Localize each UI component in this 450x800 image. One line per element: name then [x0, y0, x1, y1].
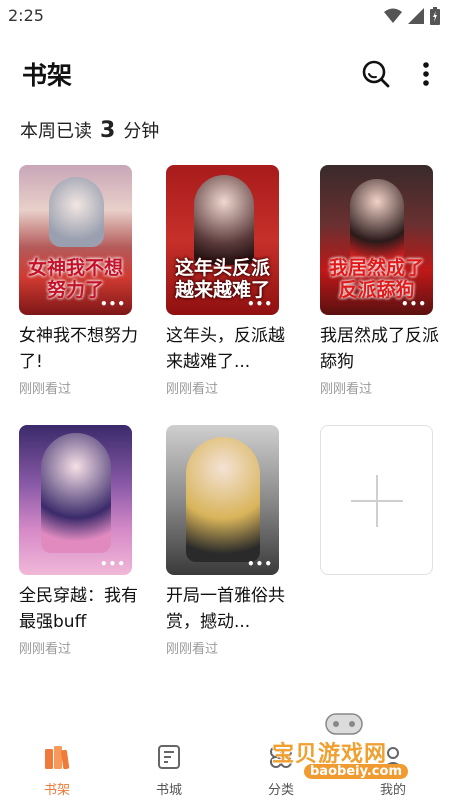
header: 书架: [0, 50, 450, 100]
book-title: 这年头，反派越来越难了...: [166, 326, 285, 372]
book-status: 刚刚看过: [19, 642, 72, 657]
book-more-icon[interactable]: •••: [100, 557, 126, 571]
book-cover[interactable]: 这年头反派 越来越难了 •••: [166, 165, 279, 315]
status-icons: [384, 7, 440, 25]
signal-icon: [408, 8, 424, 24]
book-card[interactable]: 女神我不想 努力了 ••• 女神我不想努力了! 刚刚看过: [19, 165, 138, 397]
book-cover[interactable]: •••: [19, 425, 132, 575]
book-title: 全民穿越：我有最强buff: [19, 586, 138, 632]
book-card[interactable]: 这年头反派 越来越难了 ••• 这年头，反派越来越难了... 刚刚看过: [166, 165, 285, 397]
book-cover-title: 女神我不想 努力了: [27, 257, 123, 301]
book-more-icon[interactable]: •••: [100, 297, 126, 311]
book-cover[interactable]: 我居然成了 反派舔狗 •••: [320, 165, 433, 315]
book-status: 刚刚看过: [320, 382, 373, 397]
book-cover-title: 我居然成了 反派舔狗: [328, 257, 424, 301]
battery-icon: [430, 7, 440, 25]
book-cover[interactable]: 女神我不想 努力了 •••: [19, 165, 132, 315]
bookshelf-icon: [45, 746, 70, 770]
book-card[interactable]: ••• 全民穿越：我有最强buff 刚刚看过: [19, 425, 138, 657]
book-status: 刚刚看过: [166, 642, 219, 657]
book-more-icon[interactable]: •••: [401, 297, 427, 311]
book-title: 我居然成了反派舔狗: [320, 326, 439, 372]
weekly-reading-stats: 本周已读 3 分钟: [20, 117, 159, 143]
bookstore-icon: [158, 745, 180, 769]
nav-label: 书城: [155, 783, 182, 798]
reading-stats-prefix: 本周已读: [20, 121, 92, 142]
book-status: 刚刚看过: [166, 382, 219, 397]
search-button[interactable]: [360, 58, 392, 90]
nav-label: 书架: [43, 783, 70, 798]
status-time: 2:25: [8, 6, 44, 25]
more-vertical-icon: [423, 62, 429, 86]
gamepad-icon: [325, 713, 363, 735]
search-icon: [362, 60, 390, 88]
book-cover-title: 这年头反派 越来越难了: [174, 257, 270, 301]
book-title: 女神我不想努力了!: [19, 326, 138, 372]
plus-icon-vertical: [376, 475, 378, 527]
status-bar: 2:25: [0, 0, 450, 32]
book-cover[interactable]: •••: [166, 425, 279, 575]
wifi-icon: [384, 8, 402, 23]
watermark-url: baobeiy.com: [304, 764, 408, 779]
book-card[interactable]: ••• 开局一首雅俗共赏，撼动... 刚刚看过: [166, 425, 285, 657]
page-title: 书架: [22, 61, 73, 90]
reading-minutes: 3: [100, 118, 116, 143]
book-more-icon[interactable]: •••: [247, 297, 273, 311]
nav-item-bookstore[interactable]: 书城: [139, 743, 199, 798]
add-book-button[interactable]: [320, 425, 433, 575]
book-title: 开局一首雅俗共赏，撼动...: [166, 586, 285, 632]
book-status: 刚刚看过: [19, 382, 72, 397]
watermark-logo: 宝贝游戏网 baobeiy.com: [262, 708, 432, 798]
book-card[interactable]: 我居然成了 反派舔狗 ••• 我居然成了反派舔狗 刚刚看过: [320, 165, 439, 397]
reading-stats-unit: 分钟: [123, 121, 160, 142]
nav-item-bookshelf[interactable]: 书架: [27, 743, 87, 798]
book-more-icon[interactable]: •••: [247, 557, 273, 571]
more-options-button[interactable]: [414, 58, 438, 90]
